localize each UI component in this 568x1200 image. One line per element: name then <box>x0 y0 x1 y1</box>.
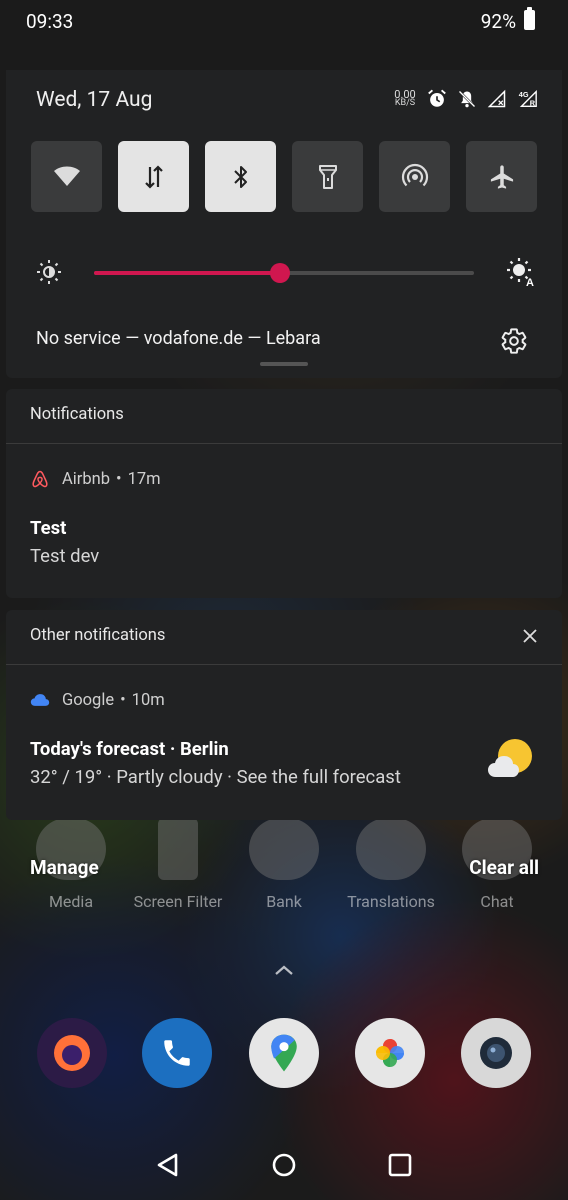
battery-percentage: 92% <box>480 10 516 33</box>
battery-icon <box>524 7 535 30</box>
settings-gear-icon[interactable] <box>500 327 528 355</box>
home-app-label: Chat <box>480 892 514 911</box>
svg-text:R: R <box>530 98 536 107</box>
date[interactable]: Wed, 17 Aug <box>36 88 152 112</box>
notification-airbnb[interactable]: Airbnb • 17m Test Test dev <box>6 444 562 598</box>
home-app-screen-filter[interactable]: Screen Filter <box>123 818 233 911</box>
notification-app-row: Airbnb • 17m <box>30 468 161 490</box>
airbnb-icon <box>30 469 50 489</box>
separator: • <box>120 690 126 710</box>
notification-google[interactable]: Google • 10m Today's forecast · Berlin 3… <box>6 665 562 819</box>
bluetooth-icon <box>233 165 247 188</box>
tile-wifi[interactable] <box>31 141 102 212</box>
section-header: Other notifications <box>6 610 562 665</box>
brightness-slider-fill <box>94 271 281 275</box>
brightness-slider[interactable] <box>94 263 474 283</box>
wifi-icon <box>53 166 80 186</box>
home-app-label: Translations <box>347 892 435 911</box>
notification-app-name: Airbnb <box>62 469 111 489</box>
home-app-label: Screen Filter <box>133 892 223 911</box>
folder-icon <box>356 818 426 880</box>
signal-no-service-icon <box>486 88 508 110</box>
quick-settings-panel: Wed, 17 Aug 0.00 KB/S 4G R A No service … <box>6 70 562 378</box>
home-app-label: Bank <box>266 892 302 911</box>
notification-time: 17m <box>127 469 161 489</box>
photos-icon[interactable] <box>355 1018 425 1088</box>
brightness-slider-thumb[interactable] <box>270 263 291 283</box>
flashlight-icon <box>318 164 337 189</box>
tile-flashlight[interactable] <box>292 141 363 212</box>
separator: • <box>116 469 122 489</box>
camera-icon[interactable] <box>461 1018 531 1088</box>
folder-icon <box>249 818 319 880</box>
svg-text:4G: 4G <box>519 90 529 99</box>
cloud-icon <box>30 690 50 710</box>
clear-all-button[interactable]: Clear all <box>469 856 539 879</box>
back-button[interactable] <box>148 1148 188 1182</box>
status-indicators: 0.00 KB/S 4G R <box>392 86 538 112</box>
app-drawer-chevron-icon[interactable] <box>272 962 296 978</box>
network-speed: 0.00 KB/S <box>394 88 416 108</box>
section-title: Other notifications <box>30 626 166 645</box>
signal-4g-icon: 4G R <box>516 88 538 110</box>
carrier-info: No service — vodafone.de — Lebara <box>36 328 321 349</box>
other-notifications-card: Other notifications Google • 10m Today's… <box>6 610 562 820</box>
notification-app-name: Google <box>62 690 115 710</box>
screen-filter-icon <box>158 818 198 880</box>
notification-time: 10m <box>131 690 165 710</box>
tile-airplane[interactable] <box>466 141 537 212</box>
home-button[interactable] <box>264 1148 304 1182</box>
home-app-translations[interactable]: Translations <box>336 818 446 911</box>
brightness-low-icon <box>37 260 61 284</box>
home-app-label: Media <box>48 892 94 911</box>
tile-bluetooth[interactable] <box>205 141 276 212</box>
svg-text:A: A <box>526 277 534 287</box>
airplane-icon <box>490 164 513 189</box>
home-app-bank[interactable]: Bank <box>229 818 339 911</box>
auto-brightness-icon[interactable]: A <box>506 257 536 287</box>
notification-text: 32° / 19° · Partly cloudy · See the full… <box>30 766 401 788</box>
manage-button[interactable]: Manage <box>30 856 99 879</box>
status-bar: 09:33 92% <box>0 0 568 70</box>
section-header: Notifications <box>6 389 562 444</box>
recents-button[interactable] <box>380 1148 420 1182</box>
clock: 09:33 <box>26 10 74 33</box>
quick-tiles <box>31 141 537 212</box>
notifications-off-icon <box>456 88 478 110</box>
notification-title: Today's forecast · Berlin <box>30 738 229 760</box>
navigation-bar <box>0 1130 568 1200</box>
alarm-icon <box>426 88 448 110</box>
tile-mobile-data[interactable] <box>118 141 189 212</box>
back-icon <box>157 1153 178 1177</box>
phone-icon[interactable] <box>142 1018 212 1088</box>
home-icon <box>272 1153 296 1177</box>
section-title: Notifications <box>30 405 124 424</box>
dock <box>0 1018 568 1092</box>
data-transfer-icon <box>144 164 163 189</box>
firefox-icon[interactable] <box>37 1018 107 1088</box>
notifications-card: Notifications Airbnb • 17m Test Test dev <box>6 389 562 598</box>
notification-title: Test <box>30 517 67 539</box>
hotspot-icon <box>401 163 428 186</box>
partly-cloudy-icon <box>488 739 532 777</box>
maps-icon[interactable] <box>249 1018 319 1088</box>
recents-icon <box>388 1153 412 1177</box>
tile-hotspot[interactable] <box>379 141 450 212</box>
drag-handle[interactable] <box>260 362 308 366</box>
brightness-control: A <box>36 256 536 290</box>
notification-text: Test dev <box>30 545 100 567</box>
notification-app-row: Google • 10m <box>30 689 165 711</box>
close-icon[interactable] <box>520 626 540 646</box>
